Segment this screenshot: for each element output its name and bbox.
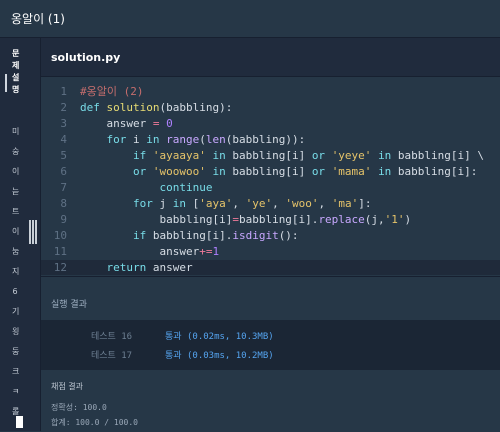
code-line[interactable]: 5 if 'ayaaya' in babbling[i] or 'yeye' i…	[41, 148, 500, 164]
test-result: 통과 (0.03ms, 10.2MB)	[165, 351, 274, 361]
code-line[interactable]: 4 for i in range(len(babbling)):	[41, 132, 500, 148]
code-text[interactable]: or 'woowoo' in babbling[i] or 'mama' in …	[80, 164, 477, 180]
top-bar: 옹알이 (1)	[0, 0, 500, 38]
code-text[interactable]: continue	[80, 180, 212, 196]
sidebar-cursor-block	[16, 416, 23, 428]
code-text[interactable]: if babbling[i].isdigit():	[80, 228, 299, 244]
line-number: 5	[60, 149, 67, 162]
code-text[interactable]: answer+=1	[80, 244, 219, 260]
line-number: 9	[60, 213, 67, 226]
file-tab-solution-py[interactable]: solution.py	[51, 51, 120, 64]
code-text[interactable]: def solution(babbling):	[80, 100, 232, 116]
code-line[interactable]: 3 answer = 0	[41, 116, 500, 132]
code-text[interactable]: return answer	[80, 260, 193, 275]
code-text[interactable]: answer = 0	[80, 116, 172, 132]
sidebar: 문제 설명 미 숭 이 늗 트 이 눔 지 6 기 욍 둥 크 ㅋ 롤	[0, 38, 41, 431]
result-list: 테스트 16 통과 (0.02ms, 10.3MB) 테스트 17 통과 (0.…	[41, 320, 500, 370]
line-number: 2	[60, 101, 67, 114]
line-number: 6	[60, 165, 67, 178]
result-row: 테스트 17 통과 (0.03ms, 10.2MB)	[41, 348, 500, 366]
line-number: 3	[60, 117, 67, 130]
code-line[interactable]: 2 def solution(babbling):	[41, 100, 500, 116]
code-text[interactable]: if 'ayaaya' in babbling[i] or 'yeye' in …	[80, 148, 484, 164]
line-number: 4	[60, 133, 67, 146]
code-text[interactable]: for j in ['aya', 'ye', 'woo', 'ma']:	[80, 196, 372, 212]
total-score: 합계: 100.0 / 100.0	[51, 418, 138, 427]
problem-description-tab[interactable]: 문제 설명	[12, 48, 19, 96]
line-number: 10	[53, 229, 67, 242]
code-line[interactable]: 11 answer+=1	[41, 244, 500, 260]
code-text[interactable]: #옹알이 (2)	[80, 84, 143, 100]
code-line[interactable]: 1 #옹알이 (2)	[41, 84, 500, 100]
code-line[interactable]: 8 for j in ['aya', 'ye', 'woo', 'ma']:	[41, 196, 500, 212]
accuracy-score: 정확성: 100.0	[51, 403, 107, 412]
line-number: 1	[60, 85, 67, 98]
result-heading: 실행 결과	[51, 300, 87, 310]
line-number: 12	[53, 261, 67, 274]
code-line[interactable]: 12 return answer	[41, 260, 500, 275]
code-line[interactable]: 10 if babbling[i].isdigit():	[41, 228, 500, 244]
editor-tab-bar: solution.py	[41, 38, 500, 77]
code-text[interactable]: babbling[i]=babbling[i].replace(j,'1')	[80, 212, 411, 228]
test-name: 테스트 16	[91, 332, 133, 342]
line-number: 7	[60, 181, 67, 194]
code-line[interactable]: 7 continue	[41, 180, 500, 196]
code-line[interactable]: 9 babbling[i]=babbling[i].replace(j,'1')	[41, 212, 500, 228]
page-title: 옹알이 (1)	[11, 12, 65, 26]
result-panel: 실행 결과 테스트 16 통과 (0.02ms, 10.3MB) 테스트 17 …	[41, 276, 500, 432]
line-number: 11	[53, 245, 67, 258]
test-name: 테스트 17	[91, 351, 133, 361]
problem-description-preview: 미 숭 이 늗 트 이 눔 지 6 기 욍 둥 크 ㅋ 롤	[12, 127, 20, 416]
line-number: 8	[60, 197, 67, 210]
panel-resize-handle[interactable]	[29, 220, 38, 244]
sidebar-scroll-indicator	[5, 74, 7, 92]
test-result: 통과 (0.02ms, 10.3MB)	[165, 332, 274, 342]
code-line[interactable]: 6 or 'woowoo' in babbling[i] or 'mama' i…	[41, 164, 500, 180]
grade-heading: 채점 결과	[51, 382, 83, 391]
code-editor[interactable]: 1 #옹알이 (2) 2 def solution(babbling): 3 answe…	[41, 77, 500, 275]
result-row: 테스트 16 통과 (0.02ms, 10.3MB)	[41, 329, 500, 347]
code-text[interactable]: for i in range(len(babbling)):	[80, 132, 306, 148]
